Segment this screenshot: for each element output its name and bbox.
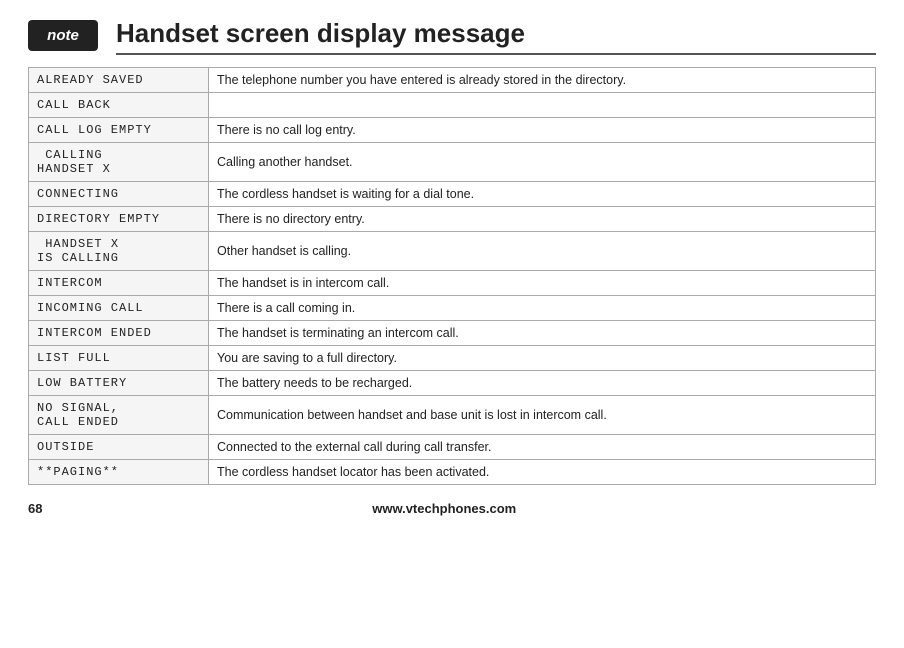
description-text: The battery needs to be recharged.: [209, 371, 876, 396]
table-row: **PAGING**The cordless handset locator h…: [29, 460, 876, 485]
display-code: LIST FULL: [29, 346, 209, 371]
display-code: DIRECTORY EMPTY: [29, 207, 209, 232]
table-row: CALL BACK: [29, 93, 876, 118]
page-number: 68: [28, 501, 42, 516]
table-row: INTERCOM ENDEDThe handset is terminating…: [29, 321, 876, 346]
display-code: NO SIGNAL, CALL ENDED: [29, 396, 209, 435]
table-row: HANDSET X IS CALLINGOther handset is cal…: [29, 232, 876, 271]
description-text: Connected to the external call during ca…: [209, 435, 876, 460]
page-title: Handset screen display message: [116, 18, 876, 55]
display-code: CONNECTING: [29, 182, 209, 207]
display-code: INTERCOM ENDED: [29, 321, 209, 346]
description-text: You are saving to a full directory.: [209, 346, 876, 371]
table-row: INTERCOMThe handset is in intercom call.: [29, 271, 876, 296]
description-text: The cordless handset is waiting for a di…: [209, 182, 876, 207]
description-text: Calling another handset.: [209, 143, 876, 182]
table-row: INCOMING CALLThere is a call coming in.: [29, 296, 876, 321]
display-code: OUTSIDE: [29, 435, 209, 460]
footer: 68 www.vtechphones.com: [28, 501, 876, 516]
table-row: ALREADY SAVEDThe telephone number you ha…: [29, 68, 876, 93]
table-row: OUTSIDEConnected to the external call du…: [29, 435, 876, 460]
display-code: INTERCOM: [29, 271, 209, 296]
description-text: The handset is terminating an intercom c…: [209, 321, 876, 346]
description-text: [209, 93, 876, 118]
header-area: note Handset screen display message: [28, 18, 876, 55]
display-code: ALREADY SAVED: [29, 68, 209, 93]
description-text: There is a call coming in.: [209, 296, 876, 321]
display-code: HANDSET X IS CALLING: [29, 232, 209, 271]
table-row: CONNECTINGThe cordless handset is waitin…: [29, 182, 876, 207]
table-row: DIRECTORY EMPTYThere is no directory ent…: [29, 207, 876, 232]
table-row: LIST FULLYou are saving to a full direct…: [29, 346, 876, 371]
display-message-table: ALREADY SAVEDThe telephone number you ha…: [28, 67, 876, 485]
page-wrapper: note Handset screen display message ALRE…: [0, 0, 904, 648]
table-row: CALL LOG EMPTYThere is no call log entry…: [29, 118, 876, 143]
display-code: CALL LOG EMPTY: [29, 118, 209, 143]
display-code: INCOMING CALL: [29, 296, 209, 321]
description-text: The handset is in intercom call.: [209, 271, 876, 296]
description-text: Communication between handset and base u…: [209, 396, 876, 435]
description-text: Other handset is calling.: [209, 232, 876, 271]
display-code: **PAGING**: [29, 460, 209, 485]
table-row: NO SIGNAL, CALL ENDEDCommunication betwe…: [29, 396, 876, 435]
display-code: LOW BATTERY: [29, 371, 209, 396]
note-badge: note: [28, 20, 98, 51]
description-text: There is no directory entry.: [209, 207, 876, 232]
description-text: There is no call log entry.: [209, 118, 876, 143]
description-text: The telephone number you have entered is…: [209, 68, 876, 93]
description-text: The cordless handset locator has been ac…: [209, 460, 876, 485]
table-row: LOW BATTERYThe battery needs to be recha…: [29, 371, 876, 396]
display-code: CALLING HANDSET X: [29, 143, 209, 182]
table-row: CALLING HANDSET XCalling another handset…: [29, 143, 876, 182]
display-code: CALL BACK: [29, 93, 209, 118]
website-url: www.vtechphones.com: [42, 501, 846, 516]
